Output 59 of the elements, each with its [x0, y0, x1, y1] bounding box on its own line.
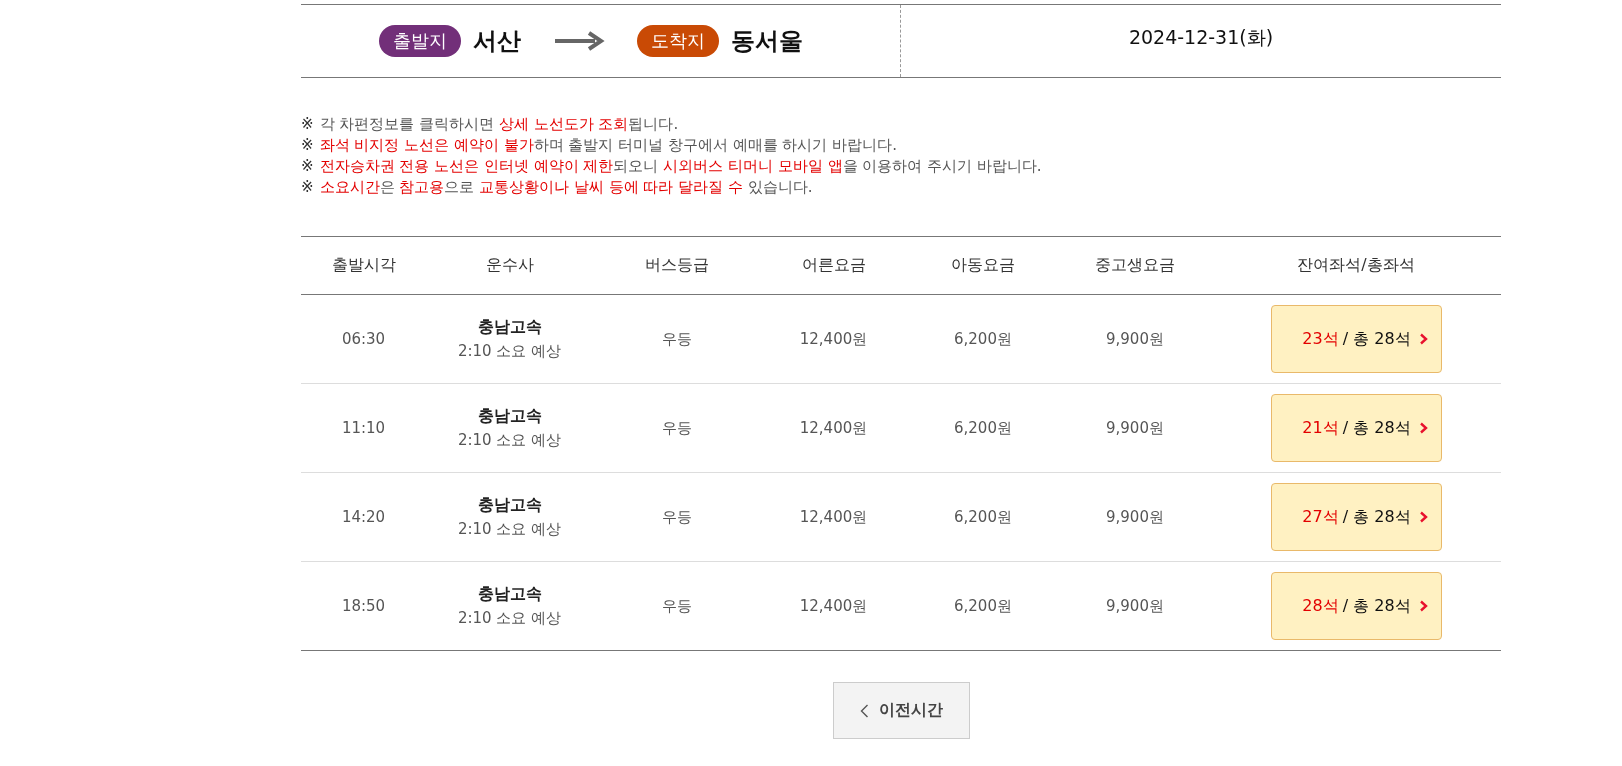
company-name: 충남고속	[476, 584, 543, 605]
chevron-right-icon	[1418, 422, 1428, 434]
table-cell: 6,200원	[907, 383, 1059, 473]
notice-text: 전자승차권 전용 노선은 인터넷 예약이 제한되오니 시외버스 티머니 모바일 앱을 이용하여 주시기 바랍니다.	[319, 156, 1042, 177]
column-header: 어른요금	[760, 236, 907, 295]
table-cell: 06:30	[301, 294, 426, 384]
note-mark: ※	[301, 114, 314, 135]
table-cell: 9,900원	[1059, 472, 1211, 562]
seat-button[interactable]: 21석 / 총 28석	[1270, 394, 1442, 462]
company-name: 충남고속	[476, 317, 543, 338]
column-header: 출발시각	[301, 236, 426, 295]
seat-button[interactable]: 27석 / 총 28석	[1270, 483, 1442, 551]
chevron-right-icon	[1418, 333, 1428, 345]
note-mark: ※	[301, 156, 314, 177]
notice-text: 좌석 비지정 노선은 예약이 불가하며 출발지 터미널 창구에서 예매를 하시기 바랍니다.	[319, 135, 898, 156]
seat-button[interactable]: 28석 / 총 28석	[1270, 572, 1442, 640]
column-header: 중고생요금	[1059, 236, 1211, 295]
company-name: 충남고속	[476, 495, 543, 516]
table-cell: 우등	[593, 294, 760, 384]
duration-text: 2:10 소요 예상	[456, 431, 563, 450]
table-cell: 18:50	[301, 561, 426, 651]
chevron-right-icon	[1418, 600, 1428, 612]
departure-badge: 출발지	[378, 25, 461, 57]
chevron-left-icon	[859, 703, 869, 718]
table-cell: 12,400원	[760, 472, 907, 562]
table-cell: 6,200원	[907, 472, 1059, 562]
table-cell: 6,200원	[907, 561, 1059, 651]
notice-text: 각 차편정보를 클릭하시면 상세 노선도가 조회됩니다.	[319, 114, 679, 135]
company-name: 충남고속	[476, 406, 543, 427]
departure-city: 서산	[472, 26, 521, 57]
arrival-city: 동서울	[730, 26, 803, 57]
column-header: 버스등급	[593, 236, 760, 295]
column-header: 아동요금	[907, 236, 1059, 295]
table-cell: 우등	[593, 383, 760, 473]
previous-time-button[interactable]: 이전시간	[832, 682, 970, 739]
duration-text: 2:10 소요 예상	[456, 342, 563, 361]
note-mark: ※	[301, 177, 314, 198]
arrival-badge: 도착지	[636, 25, 719, 57]
table-cell: 14:20	[301, 472, 426, 562]
table-cell: 12,400원	[760, 294, 907, 384]
duration-text: 2:10 소요 예상	[456, 609, 563, 628]
table-cell: 9,900원	[1059, 294, 1211, 384]
table-cell: 9,900원	[1059, 383, 1211, 473]
table-cell: 우등	[593, 561, 760, 651]
arrow-icon	[552, 31, 605, 51]
column-header: 잔여좌석/총좌석	[1211, 236, 1501, 295]
travel-date: 2024-12-31(화)	[1128, 25, 1274, 50]
seat-button[interactable]: 23석 / 총 28석	[1270, 305, 1442, 373]
table-cell: 11:10	[301, 383, 426, 473]
table-cell: 12,400원	[760, 383, 907, 473]
column-header: 운수사	[426, 236, 593, 295]
table-cell: 6,200원	[907, 294, 1059, 384]
duration-text: 2:10 소요 예상	[456, 520, 563, 539]
table-cell: 12,400원	[760, 561, 907, 651]
table-cell: 우등	[593, 472, 760, 562]
notice-text: 소요시간은 참고용으로 교통상황이나 날씨 등에 따라 달라질 수 있습니다.	[319, 177, 813, 198]
chevron-right-icon	[1418, 511, 1428, 523]
note-mark: ※	[301, 135, 314, 156]
table-cell: 9,900원	[1059, 561, 1211, 651]
